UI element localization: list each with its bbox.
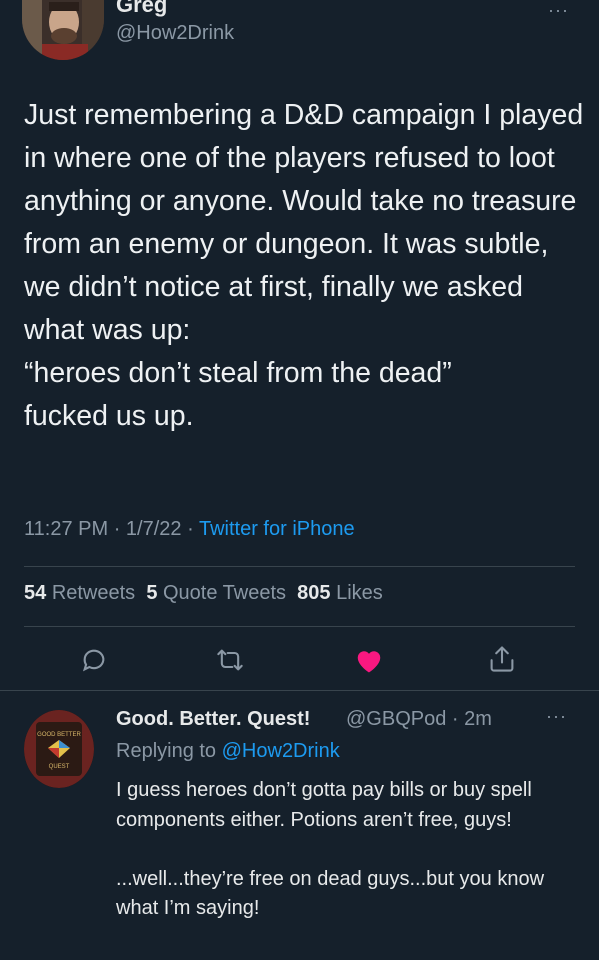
retweet-icon[interactable] — [216, 646, 244, 674]
divider — [24, 626, 575, 627]
divider — [24, 566, 575, 567]
reply-more-options-icon[interactable]: ··· — [546, 706, 567, 727]
reply-author-handle[interactable]: @GBQPod · 2m — [346, 708, 492, 731]
tweet-time[interactable]: 11:27 PM — [24, 518, 108, 540]
reply-author-avatar[interactable]: GOOD BETTER QUEST — [24, 710, 94, 788]
meta-separator: · — [187, 518, 194, 540]
reply-icon[interactable] — [80, 646, 108, 674]
tweet-meta: 11:27 PM · 1/7/22 · Twitter for iPhone — [24, 518, 355, 541]
retweets-stat[interactable]: 54 Retweets — [24, 582, 135, 604]
replying-to: Replying to @How2Drink — [116, 740, 340, 762]
avatar-logo-text: GOOD BETTER — [37, 732, 81, 738]
replying-to-link[interactable]: @How2Drink — [222, 740, 340, 762]
avatar-logo-text: QUEST — [49, 764, 70, 770]
author-handle[interactable]: @How2Drink — [116, 22, 234, 45]
tweet-text: Just remembering a D&D campaign I played… — [24, 99, 584, 432]
share-icon[interactable] — [488, 644, 516, 674]
meta-separator: · — [113, 518, 121, 540]
divider — [0, 690, 599, 691]
more-options-icon[interactable]: ··· — [548, 0, 569, 21]
tweet-stats: 54 Retweets 5 Quote Tweets 805 Likes — [24, 582, 383, 605]
author-avatar[interactable] — [22, 0, 104, 60]
tweet-date[interactable]: 1/7/22 — [126, 518, 182, 540]
tweet-source[interactable]: Twitter for iPhone — [199, 518, 355, 540]
likes-stat[interactable]: 805 Likes — [297, 582, 383, 604]
author-name[interactable]: Greg — [116, 0, 167, 18]
reply-text: I guess heroes don’t gotta pay bills or … — [116, 779, 545, 919]
quotes-stat[interactable]: 5 Quote Tweets — [146, 582, 286, 604]
reply-author-name[interactable]: Good. Better. Quest! — [116, 708, 310, 731]
heart-icon[interactable] — [354, 646, 384, 674]
